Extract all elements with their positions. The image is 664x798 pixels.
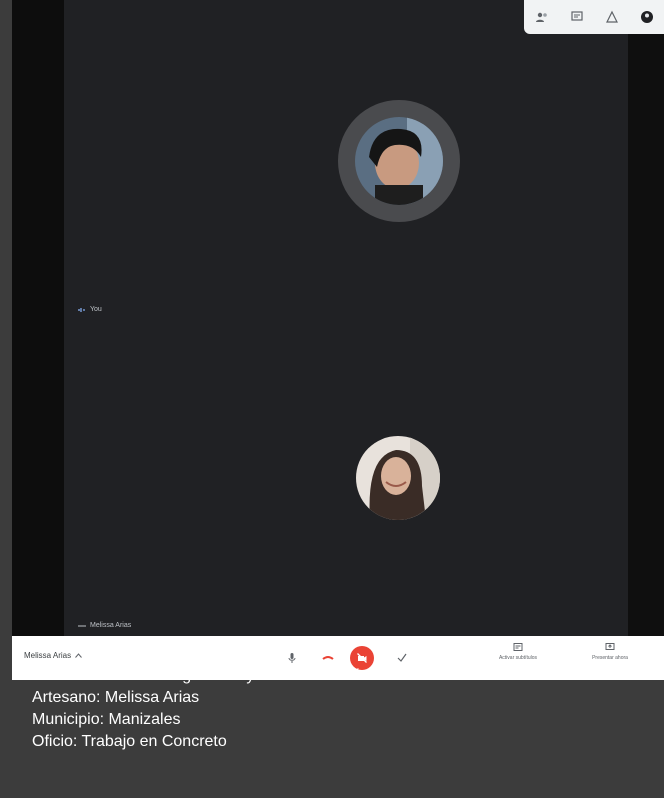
present-button[interactable]: Presentar ahora <box>578 642 642 672</box>
video-call-screenshot: You Melissa Arias Melissa Arias Activar … <box>12 0 664 680</box>
meeting-name: Melissa Arias <box>24 651 72 660</box>
left-dark-strip <box>12 0 64 636</box>
people-icon[interactable] <box>535 10 549 24</box>
caption-line-2: Artesano: Melissa Arias <box>32 689 200 706</box>
caption-line-3: Municipio: Manizales <box>32 711 181 728</box>
raise-hand-icon <box>397 653 407 662</box>
raise-hand-button[interactable] <box>392 648 412 668</box>
captions-button[interactable]: Activar subtítulos <box>486 642 550 672</box>
activities-icon[interactable] <box>605 10 619 24</box>
captions-label: Activar subtítulos <box>498 655 538 661</box>
participant-label-bottom: Melissa Arias <box>78 622 131 629</box>
hangup-icon <box>322 656 334 660</box>
present-icon <box>605 643 615 650</box>
caption-line-1: Asesoría Puntual Diagnostico y Caracteri… <box>32 667 370 684</box>
present-label: Presentar ahora <box>592 655 628 661</box>
video-stage: You Melissa Arias <box>64 0 628 636</box>
participant-name-top: You <box>90 306 102 313</box>
captions-icon <box>513 643 523 651</box>
participant-label-top: You <box>78 306 102 313</box>
meeting-details-toggle[interactable]: Melissa Arias <box>24 651 83 660</box>
audio-level-icon <box>78 307 85 312</box>
top-right-toolbar <box>524 0 664 34</box>
chevron-up-icon <box>75 653 83 658</box>
caption-line-4: Oficio: Trabajo en Concreto <box>32 733 227 750</box>
participant-avatar-top <box>355 117 443 205</box>
camera-off-icon <box>357 653 367 663</box>
account-icon[interactable] <box>640 10 654 24</box>
participant-avatar-bottom <box>356 436 440 520</box>
participant-name-bottom: Melissa Arias <box>90 622 132 629</box>
muted-mic-icon <box>78 625 86 626</box>
caption-block: Asesoría Puntual Diagnostico y Caracteri… <box>32 665 370 753</box>
mic-icon <box>288 653 296 663</box>
right-dark-strip <box>628 0 664 636</box>
chat-icon[interactable] <box>570 10 584 24</box>
active-speaker-ring <box>338 100 460 222</box>
